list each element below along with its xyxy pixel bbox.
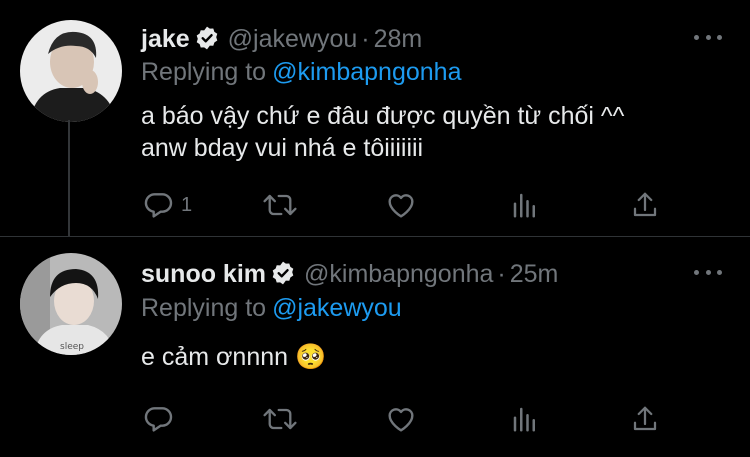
avatar-jake-photo xyxy=(20,20,122,122)
avatar-sunoo-photo: sleep xyxy=(20,253,122,355)
thread-connector-line xyxy=(68,120,70,236)
reply-button[interactable]: 1 xyxy=(143,188,192,222)
analytics-button[interactable] xyxy=(510,188,540,222)
tweet-sunoo[interactable]: sleep sunoo kim @kimbapngonha · 25m Replyin… xyxy=(0,237,750,457)
more-icon[interactable] xyxy=(694,30,722,44)
svg-text:sleep: sleep xyxy=(60,342,84,352)
retweet-button[interactable] xyxy=(262,188,298,222)
replying-to-mention[interactable]: @kimbapngonha xyxy=(272,58,461,86)
separator-dot: · xyxy=(497,260,506,288)
tweet-text: a báo vậy chứ e đâu được quyền từ chối ^… xyxy=(141,102,625,162)
tweet-timestamp[interactable]: 25m xyxy=(510,260,559,288)
reply-icon xyxy=(144,407,173,432)
like-button[interactable] xyxy=(385,188,417,222)
retweet-button[interactable] xyxy=(262,402,298,436)
share-button[interactable] xyxy=(630,188,660,222)
avatar-jake[interactable] xyxy=(20,20,122,122)
replying-to-mention[interactable]: @jakewyou xyxy=(272,294,402,322)
more-icon[interactable] xyxy=(694,265,722,279)
heart-icon xyxy=(388,194,414,218)
avatar-sunoo[interactable]: sleep xyxy=(20,253,122,355)
user-handle[interactable]: @jakewyou xyxy=(228,25,358,53)
verified-badge-icon xyxy=(194,25,220,58)
reply-count: 1 xyxy=(181,193,193,216)
analytics-icon xyxy=(513,193,535,218)
reply-icon xyxy=(144,193,173,218)
display-name[interactable]: sunoo kim xyxy=(141,260,266,288)
share-button[interactable] xyxy=(630,402,660,436)
tweet-jake[interactable]: jake @jakewyou · 28m Replying to @kimbapngon… xyxy=(0,0,750,236)
analytics-button[interactable] xyxy=(510,402,540,436)
reply-button[interactable] xyxy=(143,402,181,436)
tweet-header: sunoo kim @kimbapngonha · 25m xyxy=(141,259,558,293)
replying-to-label: Replying to xyxy=(141,58,267,86)
replying-to: Replying to @kimbapngonha xyxy=(141,57,461,87)
tweet-actions xyxy=(0,402,750,436)
verified-badge-icon xyxy=(270,260,296,293)
share-icon xyxy=(633,406,657,431)
heart-icon xyxy=(388,408,414,432)
tweet-text: e cảm ơnnnn 🥺 xyxy=(141,343,327,371)
retweet-icon xyxy=(263,408,297,430)
display-name[interactable]: jake xyxy=(141,25,190,53)
like-button[interactable] xyxy=(385,402,417,436)
user-handle[interactable]: @kimbapngonha xyxy=(304,260,493,288)
tweet-timestamp[interactable]: 28m xyxy=(374,25,423,53)
replying-to: Replying to @jakewyou xyxy=(141,293,402,323)
separator-dot: · xyxy=(361,25,370,53)
retweet-icon xyxy=(263,194,297,216)
share-icon xyxy=(633,192,657,217)
replying-to-label: Replying to xyxy=(141,294,267,322)
tweet-header: jake @jakewyou · 28m xyxy=(141,24,422,58)
analytics-icon xyxy=(513,407,535,432)
tweet-actions: 1 xyxy=(0,188,750,222)
